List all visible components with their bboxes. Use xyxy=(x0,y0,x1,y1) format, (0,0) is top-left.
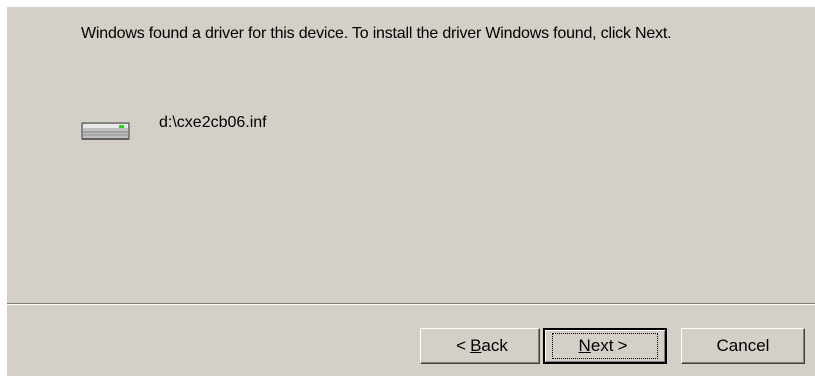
driver-found-dialog: Windows found a driver for this device. … xyxy=(7,7,815,376)
back-label: ack xyxy=(481,336,508,355)
back-accel-key: B xyxy=(470,336,482,355)
drive-icon xyxy=(81,122,130,140)
cancel-button[interactable]: Cancel xyxy=(681,328,805,364)
back-chevron: < xyxy=(456,336,467,355)
separator-line xyxy=(7,303,815,305)
next-label: ext xyxy=(590,336,614,355)
next-accel-key: N xyxy=(578,336,591,355)
back-button[interactable]: < Back xyxy=(420,328,540,364)
next-button[interactable]: Next > xyxy=(543,328,667,364)
instruction-text: Windows found a driver for this device. … xyxy=(81,25,672,42)
next-focus-rect: Next > xyxy=(551,333,659,359)
next-chevron: > xyxy=(617,336,628,355)
driver-file-path: d:\cxe2cb06.inf xyxy=(159,114,267,131)
